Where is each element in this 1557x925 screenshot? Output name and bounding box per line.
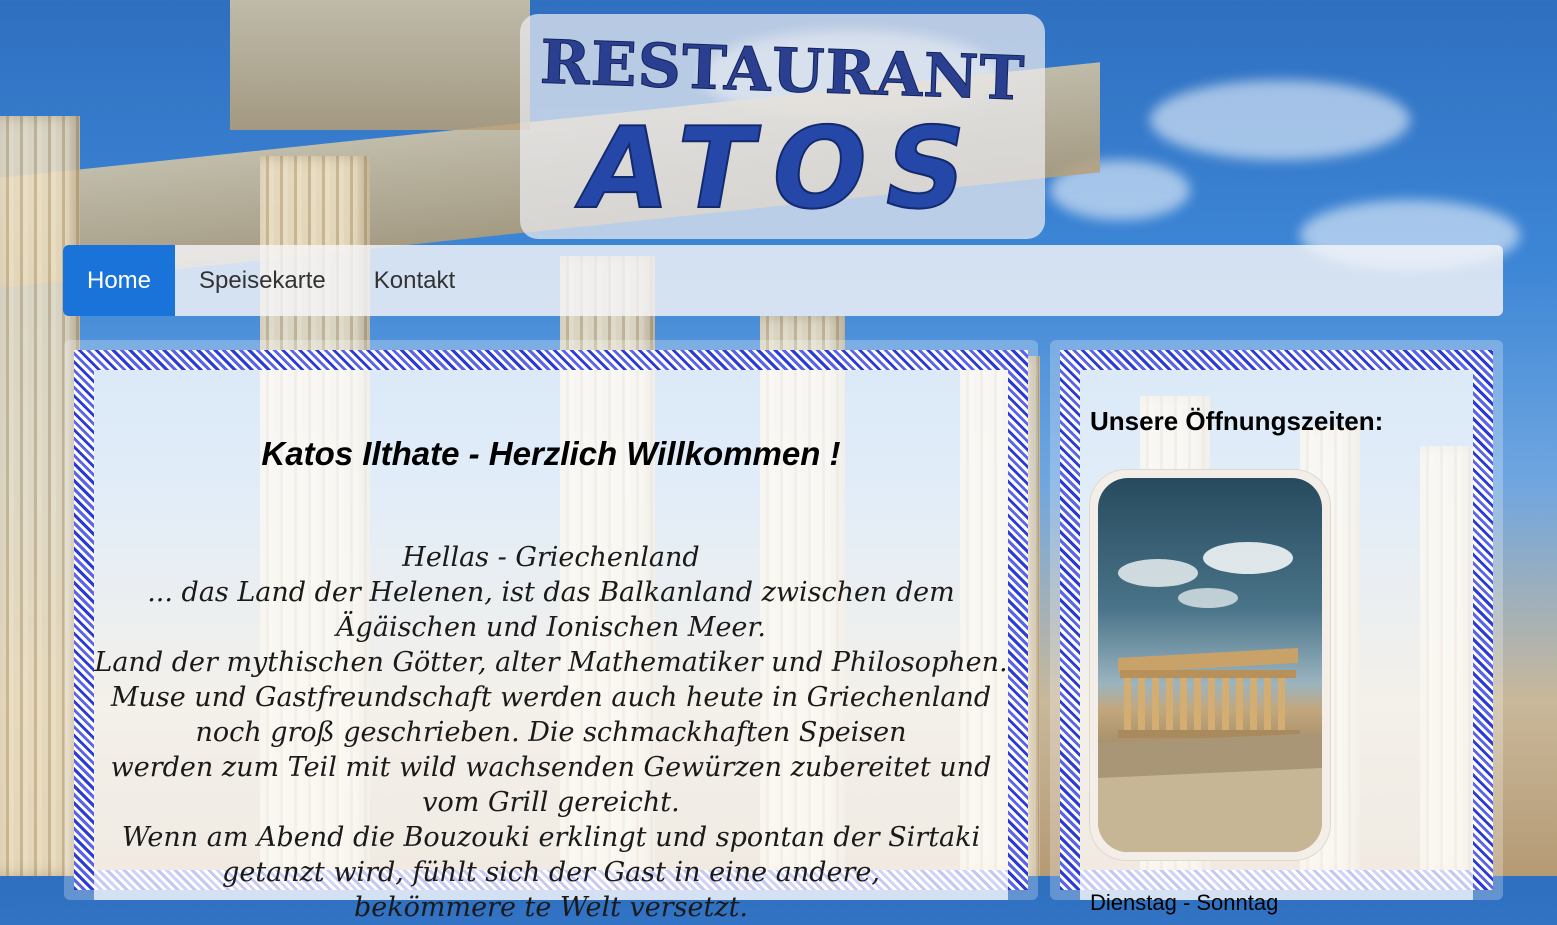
welcome-title: Katos Ilthate - Herzlich Willkommen ! bbox=[261, 435, 841, 472]
nav-kontakt[interactable]: Kontakt bbox=[350, 245, 479, 316]
logo-name-text: ATOS bbox=[569, 103, 996, 235]
welcome-panel: Katos Ilthate - Herzlich Willkommen ! He… bbox=[64, 340, 1038, 923]
intro-line: Muse und Gastfreundschaft werden auch he… bbox=[110, 682, 992, 713]
parthenon-illustration bbox=[1098, 542, 1322, 852]
logo-restaurant-text: RESTAURANT bbox=[538, 27, 1027, 115]
nav-home[interactable]: Home bbox=[63, 245, 176, 316]
parthenon-photo bbox=[1098, 478, 1322, 852]
opening-hours-content: Unsere Öffnungszeiten: Dienstag - Sonnta… bbox=[1080, 370, 1473, 915]
intro-line: ... das Land der Helenen, ist das Balkan… bbox=[147, 577, 955, 608]
opening-days: Dienstag - Sonntag bbox=[1090, 890, 1279, 915]
intro-line: Land der mythischen Götter, alter Mathem… bbox=[94, 647, 1008, 678]
intro-line: Wenn am Abend die Bouzouki erklingt und … bbox=[121, 822, 981, 853]
intro-text: Hellas - Griechenland ... das Land der H… bbox=[94, 540, 1008, 925]
intro-line: getanzt wird, fühlt sich der Gast in ein… bbox=[222, 857, 880, 888]
intro-line: werden zum Teil mit wild wachsenden Gewü… bbox=[110, 752, 992, 783]
intro-line: Hellas - Griechenland bbox=[402, 542, 700, 573]
welcome-content: Katos Ilthate - Herzlich Willkommen ! He… bbox=[94, 370, 1008, 923]
intro-line: noch groß geschrieben. Die schmackhaften… bbox=[195, 717, 907, 748]
intro-line: vom Grill gereicht. bbox=[422, 787, 680, 818]
intro-line: Ägäischen und Ionischen Meer. bbox=[336, 612, 766, 643]
parthenon-photo-frame bbox=[1090, 470, 1330, 860]
opening-hours-panel: Unsere Öffnungszeiten: Dienstag - Sonnta… bbox=[1050, 340, 1503, 915]
main-navigation: Home Speisekarte Kontakt bbox=[63, 245, 1503, 316]
intro-line: bekömmere te Welt versetzt. bbox=[353, 892, 749, 923]
restaurant-logo[interactable]: RESTAURANT ATOS bbox=[520, 14, 1045, 239]
nav-speisekarte[interactable]: Speisekarte bbox=[175, 245, 350, 316]
opening-hours-title: Unsere Öffnungszeiten: bbox=[1090, 406, 1384, 436]
